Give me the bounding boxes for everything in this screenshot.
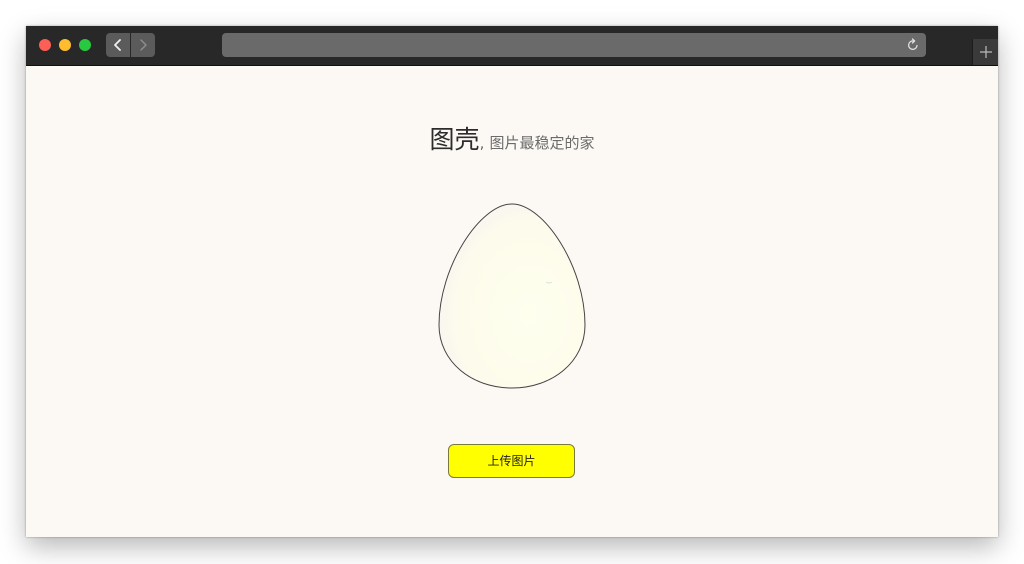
tagline: 图片最稳定的家 xyxy=(489,134,595,152)
heading-separator: , xyxy=(479,134,485,152)
browser-titlebar xyxy=(26,26,998,66)
chevron-left-icon xyxy=(114,39,121,51)
chevron-right-icon xyxy=(140,39,147,51)
back-button[interactable] xyxy=(106,33,130,57)
new-tab-button[interactable] xyxy=(972,39,998,65)
plus-icon xyxy=(980,46,992,58)
close-window-button[interactable] xyxy=(39,39,51,51)
egg-upload-area[interactable] xyxy=(438,203,586,389)
address-bar[interactable] xyxy=(222,33,926,57)
page-content: 图壳, 图片最稳定的家 上传图片 xyxy=(26,66,998,537)
zoom-window-button[interactable] xyxy=(79,39,91,51)
reload-icon[interactable] xyxy=(906,38,920,52)
page-heading: 图壳, 图片最稳定的家 xyxy=(26,120,998,156)
forward-button[interactable] xyxy=(131,33,155,57)
brand-name: 图壳 xyxy=(429,125,480,154)
upload-image-button[interactable]: 上传图片 xyxy=(448,444,575,478)
browser-window: 图壳, 图片最稳定的家 上传图片 xyxy=(26,26,998,537)
minimize-window-button[interactable] xyxy=(59,39,71,51)
